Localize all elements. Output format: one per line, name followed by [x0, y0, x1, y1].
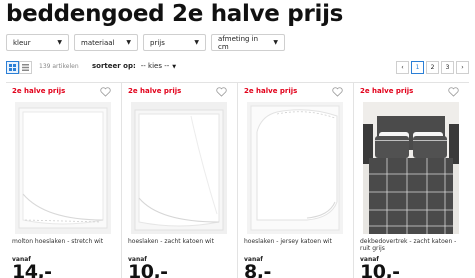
- heart-icon[interactable]: [216, 87, 227, 97]
- fitted-sheet-image: [131, 102, 227, 234]
- pagination: ‹ 1 2 3 ›: [396, 61, 469, 74]
- filter-label: prijs: [150, 38, 165, 47]
- product-price: 10,-: [128, 261, 168, 278]
- product-image[interactable]: [363, 102, 459, 234]
- caret-down-icon: ▼: [172, 64, 177, 70]
- caret-down-icon: ▼: [194, 39, 199, 46]
- product-image[interactable]: [15, 102, 111, 234]
- product-card[interactable]: 2e halve prijs dekbedovertrek - zacht ka…: [354, 83, 469, 278]
- product-price: 14,-: [12, 261, 52, 278]
- product-image[interactable]: [131, 102, 227, 234]
- results-toolbar: 139 artikelen sorteer op: -- kies -- ▼ ‹ 1…: [6, 61, 469, 74]
- product-name[interactable]: molton hoeslaken - stretch wit: [12, 238, 120, 245]
- sort-value: -- kies --: [140, 62, 170, 70]
- promo-badge: 2e halve prijs: [360, 87, 414, 95]
- promo-badge: 2e halve prijs: [244, 87, 298, 95]
- page-1-button[interactable]: 1: [411, 61, 424, 74]
- fitted-sheet-image: [15, 102, 111, 234]
- view-toggle: [6, 61, 32, 74]
- heart-icon[interactable]: [100, 87, 111, 97]
- product-name[interactable]: dekbedovertrek - zacht katoen - ruit gri…: [360, 238, 468, 252]
- filter-label: materiaal: [81, 38, 115, 47]
- filter-prijs[interactable]: prijs ▼: [143, 34, 206, 51]
- caret-down-icon: ▼: [273, 39, 278, 46]
- prev-page-button[interactable]: ‹: [396, 61, 409, 74]
- sort-select[interactable]: sorteer op: -- kies -- ▼: [92, 62, 176, 70]
- product-name[interactable]: hoeslaken - zacht katoen wit: [128, 238, 236, 245]
- filter-afmeting[interactable]: afmeting in cm ▼: [211, 34, 285, 51]
- caret-down-icon: ▼: [57, 39, 62, 46]
- grid-icon: [9, 64, 16, 71]
- heart-icon[interactable]: [332, 87, 343, 97]
- filter-label: kleur: [13, 38, 31, 47]
- product-card[interactable]: 2e halve prijs hoeslaken - jersey katoen…: [238, 83, 354, 278]
- grid-view-button[interactable]: [6, 61, 19, 74]
- duvet-bed-image: [363, 102, 459, 234]
- filter-label: afmeting in cm: [218, 34, 259, 51]
- product-card[interactable]: 2e halve prijs molton hoeslaken - stretc…: [6, 83, 122, 278]
- fitted-sheet-image: [247, 102, 343, 234]
- product-price: 10,-: [360, 261, 400, 278]
- product-grid: 2e halve prijs molton hoeslaken - stretc…: [6, 82, 469, 278]
- heart-icon[interactable]: [448, 87, 459, 97]
- filter-bar: kleur ▼ materiaal ▼ prijs ▼ afmeting in cm ▼: [6, 34, 285, 51]
- product-name[interactable]: hoeslaken - jersey katoen wit: [244, 238, 352, 245]
- article-count: 139 artikelen: [39, 63, 79, 70]
- filter-kleur[interactable]: kleur ▼: [6, 34, 69, 51]
- list-icon: [22, 64, 29, 71]
- page-3-button[interactable]: 3: [441, 61, 454, 74]
- sort-label: sorteer op:: [92, 62, 136, 70]
- list-view-button[interactable]: [19, 61, 32, 74]
- product-price: 8,-: [244, 261, 271, 278]
- page-2-button[interactable]: 2: [426, 61, 439, 74]
- page-title: beddengoed 2e halve prijs: [6, 1, 344, 27]
- promo-badge: 2e halve prijs: [128, 87, 182, 95]
- caret-down-icon: ▼: [126, 39, 131, 46]
- promo-badge: 2e halve prijs: [12, 87, 66, 95]
- product-card[interactable]: 2e halve prijs hoeslaken - zacht katoen …: [122, 83, 238, 278]
- filter-materiaal[interactable]: materiaal ▼: [74, 34, 138, 51]
- next-page-button[interactable]: ›: [456, 61, 469, 74]
- product-image[interactable]: [247, 102, 343, 234]
